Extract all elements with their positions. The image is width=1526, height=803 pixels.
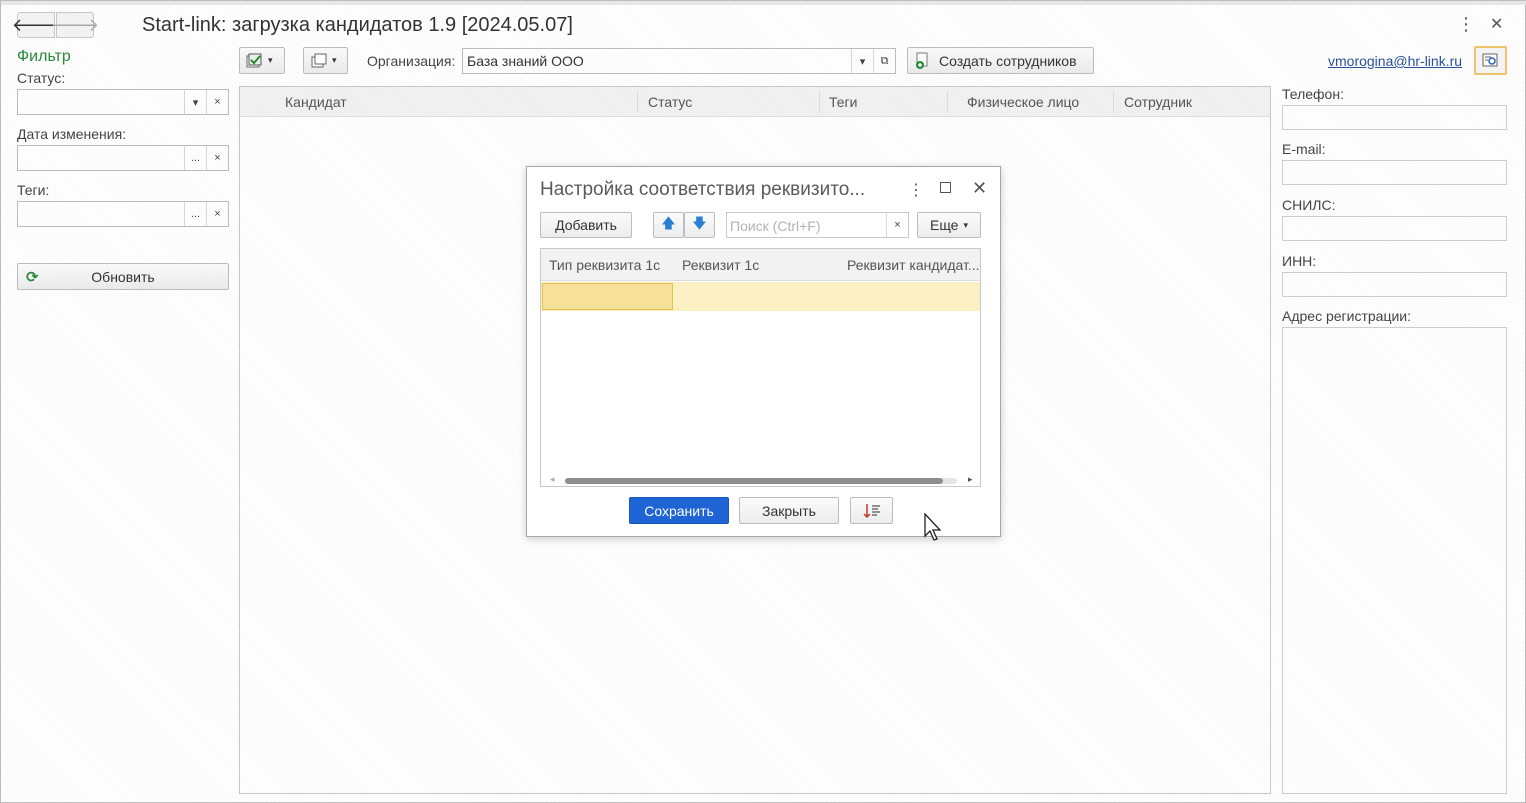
top-strip (1, 1, 1526, 5)
snils-field[interactable] (1282, 216, 1507, 241)
column-divider (637, 91, 638, 113)
add-employee-icon (916, 52, 928, 69)
column-header-person[interactable]: Физическое лицо (967, 94, 1079, 110)
settings-icon (1482, 53, 1497, 66)
close-icon[interactable]: ✕ (972, 178, 987, 199)
mouse-cursor-icon (924, 513, 942, 541)
open-icon[interactable]: ⧉ (873, 49, 895, 73)
back-button[interactable]: 🡐 (12, 12, 60, 38)
tags-label: Теги: (17, 182, 50, 198)
organization-input[interactable]: База знаний ООО (463, 53, 851, 69)
more-label: Еще (929, 217, 959, 233)
selected-cell[interactable] (542, 283, 673, 310)
snils-label: СНИЛС: (1282, 197, 1336, 213)
more-button[interactable]: Еще ▾ (917, 212, 981, 238)
table-header: Тип реквизита 1с Реквизит 1с Реквизит ка… (541, 249, 980, 281)
move-down-button[interactable]: 🡇 (684, 212, 715, 238)
more-menu-icon[interactable]: ⋮ (908, 180, 924, 200)
user-email-link[interactable]: vmorogina@hr-link.ru (1328, 53, 1462, 69)
scroll-right-icon[interactable]: ▸ (968, 474, 973, 485)
settings-button[interactable] (1474, 46, 1507, 75)
column-header-candidate-requisite[interactable]: Реквизит кандидат... (847, 257, 980, 273)
search-field[interactable]: Поиск (Ctrl+F) × (726, 212, 909, 238)
sort-icon (862, 503, 880, 518)
mapping-table[interactable]: Тип реквизита 1с Реквизит 1с Реквизит ка… (540, 248, 981, 487)
column-header-status[interactable]: Статус (648, 94, 692, 110)
close-button[interactable]: Закрыть (739, 497, 839, 524)
dropdown-icon[interactable]: ▾ (851, 49, 873, 73)
address-label: Адрес регистрации: (1282, 308, 1412, 324)
checklist-icon (246, 53, 262, 67)
email-field[interactable] (1282, 160, 1507, 185)
copy-menu-button[interactable]: ▾ (303, 47, 348, 74)
scroll-thumb[interactable] (565, 478, 943, 484)
phone-label: Телефон: (1282, 86, 1344, 102)
forward-button[interactable]: 🡒 (51, 12, 99, 38)
column-header-requisite[interactable]: Реквизит 1с (682, 257, 759, 273)
chevron-down-icon: ▾ (963, 219, 969, 230)
select-icon[interactable]: ... (184, 202, 206, 226)
filter-title: Фильтр (17, 48, 71, 65)
date-input[interactable] (18, 146, 184, 170)
status-input[interactable] (18, 90, 184, 114)
inn-label: ИНН: (1282, 253, 1317, 269)
email-label: E-mail: (1282, 141, 1326, 157)
mark-menu-button[interactable]: ▾ (239, 47, 285, 74)
horizontal-scrollbar[interactable]: ◂ ▸ (541, 473, 980, 486)
organization-label: Организация: (367, 53, 456, 69)
inn-field[interactable] (1282, 272, 1507, 297)
refresh-label: Обновить (91, 268, 155, 285)
column-header-tags[interactable]: Теги (829, 94, 857, 110)
chevron-down-icon: ▾ (332, 55, 337, 65)
organization-field[interactable]: База знаний ООО ▾ ⧉ (462, 48, 896, 74)
date-field[interactable]: ... × (17, 145, 229, 171)
clear-icon[interactable]: × (886, 213, 908, 237)
column-divider (1113, 91, 1114, 113)
window-title: Start-link: загрузка кандидатов 1.9 [202… (142, 14, 573, 36)
copy-icon (311, 53, 327, 67)
scroll-left-icon[interactable]: ◂ (550, 474, 555, 485)
column-divider (947, 91, 948, 113)
column-header-employee[interactable]: Сотрудник (1124, 94, 1192, 110)
status-label: Статус: (17, 70, 66, 86)
more-menu-icon[interactable]: ⋮ (1457, 14, 1475, 35)
refresh-button[interactable]: ⟳ Обновить (17, 263, 229, 290)
status-field[interactable]: ▾ × (17, 89, 229, 115)
column-header-candidate[interactable]: Кандидат (285, 94, 347, 110)
dialog-title: Настройка соответствия реквизито... (540, 179, 866, 200)
mapping-settings-dialog: Настройка соответствия реквизито... ⋮ ✕ … (526, 166, 1001, 537)
sort-button[interactable] (850, 497, 893, 524)
select-icon[interactable]: ... (184, 146, 206, 170)
address-field[interactable] (1282, 327, 1507, 794)
table-header: Кандидат Статус Теги Физическое лицо Сот… (240, 87, 1270, 117)
tags-field[interactable]: ... × (17, 201, 229, 227)
clear-icon[interactable]: × (206, 90, 228, 114)
arrow-down-icon: 🡇 (692, 215, 707, 231)
clear-icon[interactable]: × (206, 146, 228, 170)
column-divider (819, 91, 820, 113)
arrow-right-icon: 🡒 (50, 14, 100, 35)
clear-icon[interactable]: × (206, 202, 228, 226)
phone-field[interactable] (1282, 105, 1507, 130)
save-button[interactable]: Сохранить (629, 497, 729, 524)
chevron-down-icon: ▾ (268, 55, 273, 65)
close-icon[interactable]: ✕ (1490, 14, 1503, 34)
create-employees-button[interactable]: Создать сотрудников (907, 47, 1094, 74)
tags-input[interactable] (18, 202, 184, 226)
refresh-icon: ⟳ (26, 269, 39, 286)
maximize-icon[interactable] (940, 182, 951, 193)
arrow-up-icon: 🡅 (661, 215, 676, 231)
move-up-button[interactable]: 🡅 (653, 212, 684, 238)
dropdown-icon[interactable]: ▾ (184, 90, 206, 114)
create-employees-label: Создать сотрудников (939, 52, 1077, 69)
search-input[interactable]: Поиск (Ctrl+F) (727, 213, 886, 237)
column-header-type[interactable]: Тип реквизита 1с (549, 257, 660, 273)
date-label: Дата изменения: (17, 126, 127, 142)
add-button[interactable]: Добавить (540, 212, 632, 238)
